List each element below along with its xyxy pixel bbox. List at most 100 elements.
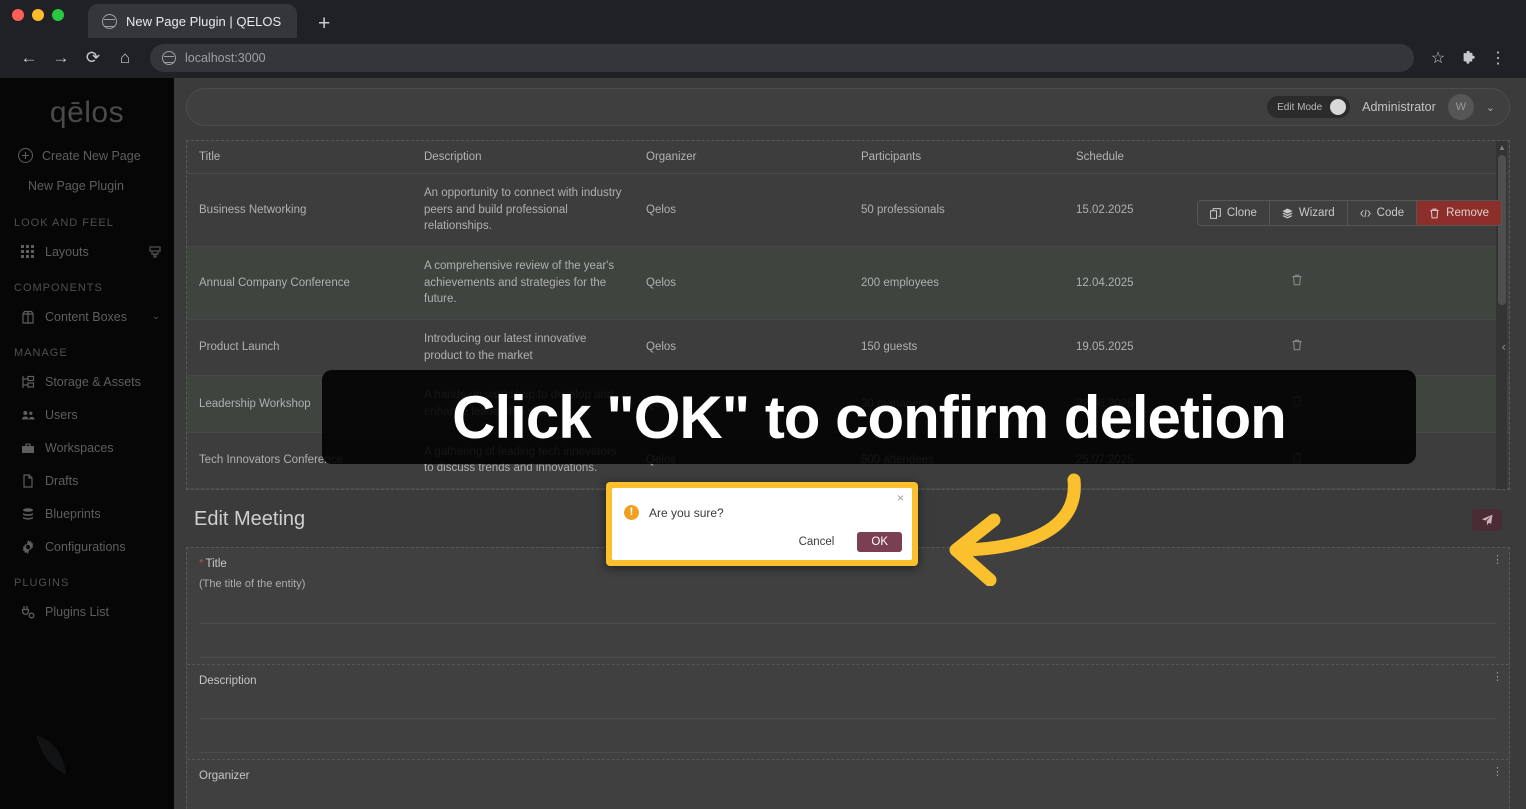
column-header-actions [1279,141,1509,174]
table-scrollbar[interactable]: ▲ [1496,141,1507,490]
organizer-input[interactable] [199,786,1497,809]
cell-schedule: 12.04.2025 [1064,246,1279,321]
forward-icon[interactable]: → [46,43,76,73]
sidebar-item-users[interactable]: Users [0,398,174,431]
address-bar[interactable]: localhost:3000 [150,44,1414,72]
column-header-participants[interactable]: Participants [849,141,1064,174]
application-root: qēlos Create New Page New Page Plugin LO… [0,78,1526,809]
title-input-secondary[interactable] [199,630,1497,659]
meeting-form-panel: * Title (The title of the entity) ⋮ Descr… [186,547,1510,809]
layouts-badge-icon [148,245,162,258]
trash-icon [1292,274,1302,286]
table-row[interactable]: Annual Company Conference A comprehensiv… [187,246,1509,321]
plus-circle-icon [18,148,33,163]
description-input[interactable] [199,691,1497,720]
submit-button[interactable] [1472,508,1502,531]
column-header-description[interactable]: Description [412,141,634,174]
code-label: Code [1376,207,1405,219]
field-label-organizer: Organizer [199,770,250,783]
extensions-icon[interactable] [1454,44,1482,72]
sidebar-section-components: COMPONENTS [14,282,103,294]
warning-icon: ! [624,505,639,520]
form-field-organizer: Organizer ⋮ [187,760,1509,809]
trash-icon [1430,208,1439,218]
title-input[interactable] [199,596,1497,625]
remove-label: Remove [1446,207,1489,219]
browser-toolbar: ← → ⟳ ⌂ localhost:3000 ☆ ⋮ [0,38,1526,78]
table-row[interactable]: Product Launch Introducing our latest in… [187,319,1509,377]
page-title: Edit Meeting [194,508,306,531]
field-label-description: Description [199,675,257,688]
row-delete-button[interactable] [1279,246,1509,321]
collapse-panel-chevron-icon[interactable]: ‹ [1502,339,1506,354]
minimize-window-button[interactable] [32,9,44,21]
avatar[interactable]: W [1447,94,1474,120]
edit-mode-toggle[interactable]: Edit Mode [1267,96,1351,118]
column-header-organizer[interactable]: Organizer [634,141,849,174]
chevron-down-icon[interactable]: ⌄ [152,311,160,322]
site-globe-icon [162,51,176,65]
close-window-button[interactable] [12,9,24,21]
document-icon [20,473,35,488]
cell-description: A comprehensive review of the year's ach… [412,246,634,321]
cell-title: Business Networking [187,173,412,248]
column-header-schedule[interactable]: Schedule [1064,141,1279,174]
cancel-button[interactable]: Cancel [785,531,848,553]
browser-menu-icon[interactable]: ⋮ [1484,44,1512,72]
field-options-handle[interactable]: ⋮ [1492,767,1503,778]
create-new-page-label: Create New Page [42,148,141,163]
sidebar-item-storage-assets[interactable]: Storage & Assets [0,365,174,398]
sidebar-item-blueprints[interactable]: Blueprints [0,497,174,530]
tab-strip: New Page Plugin | QELOS + [0,0,1526,38]
browser-tab[interactable]: New Page Plugin | QELOS [88,4,298,38]
sidebar-item-content-boxes[interactable]: Content Boxes ⌄ [0,300,174,333]
sidebar-item-label: Storage & Assets [45,374,141,389]
row-delete-button[interactable] [1279,319,1509,377]
maximize-window-button[interactable] [52,9,64,21]
reload-icon[interactable]: ⟳ [78,43,108,73]
code-icon [1359,209,1371,217]
field-options-handle[interactable]: ⋮ [1492,672,1503,683]
form-field-description: Description ⋮ [187,665,1509,761]
address-bar-url: localhost:3000 [185,51,266,65]
box-icon [20,309,35,324]
window-traffic-lights [12,9,64,21]
required-asterisk: * [199,558,204,571]
wizard-button[interactable]: Wizard [1269,201,1348,225]
annotation-arrow-icon [928,466,1088,587]
code-button[interactable]: Code [1347,201,1418,225]
back-icon[interactable]: ← [14,43,44,73]
sidebar-item-configurations[interactable]: Configurations [0,530,174,563]
scroll-up-arrow-icon[interactable]: ▲ [1498,143,1506,152]
cell-organizer: Qelos [634,319,849,377]
sidebar-item-label: Content Boxes [45,309,127,324]
sidebar-item-workspaces[interactable]: Workspaces [0,431,174,464]
field-options-handle[interactable]: ⋮ [1492,555,1503,566]
ok-button[interactable]: OK [857,532,902,552]
description-input-secondary[interactable] [199,725,1497,754]
column-header-title[interactable]: Title [187,141,412,174]
cell-title: Annual Company Conference [187,246,412,321]
qelos-logo: qēlos [49,96,125,129]
instruction-banner-text: Click "OK" to confirm deletion [452,383,1287,451]
bookmark-icon[interactable]: ☆ [1424,44,1452,72]
sidebar-item-label: Workspaces [45,440,114,455]
sidebar-item-layouts[interactable]: Layouts [0,235,174,268]
close-icon[interactable]: × [897,491,904,505]
sidebar-item-plugins-list[interactable]: Plugins List [0,595,174,628]
clone-label: Clone [1226,207,1257,219]
sidebar-section-manage: MANAGE [14,347,68,359]
create-new-page-button[interactable]: Create New Page [0,142,174,169]
clone-button[interactable]: Clone [1197,201,1270,225]
sidebar-item-new-page-plugin[interactable]: New Page Plugin [0,169,174,203]
home-icon[interactable]: ⌂ [110,43,140,73]
new-tab-button[interactable]: + [311,13,337,34]
confirm-message: Are you sure? [649,505,724,520]
clone-icon [1209,207,1221,219]
scrollbar-thumb[interactable] [1497,155,1506,305]
database-icon [20,506,35,521]
gear-icon [20,539,35,554]
remove-button[interactable]: Remove [1417,201,1501,225]
chevron-down-icon[interactable]: ⌄ [1486,101,1495,114]
sidebar-item-drafts[interactable]: Drafts [0,464,174,497]
